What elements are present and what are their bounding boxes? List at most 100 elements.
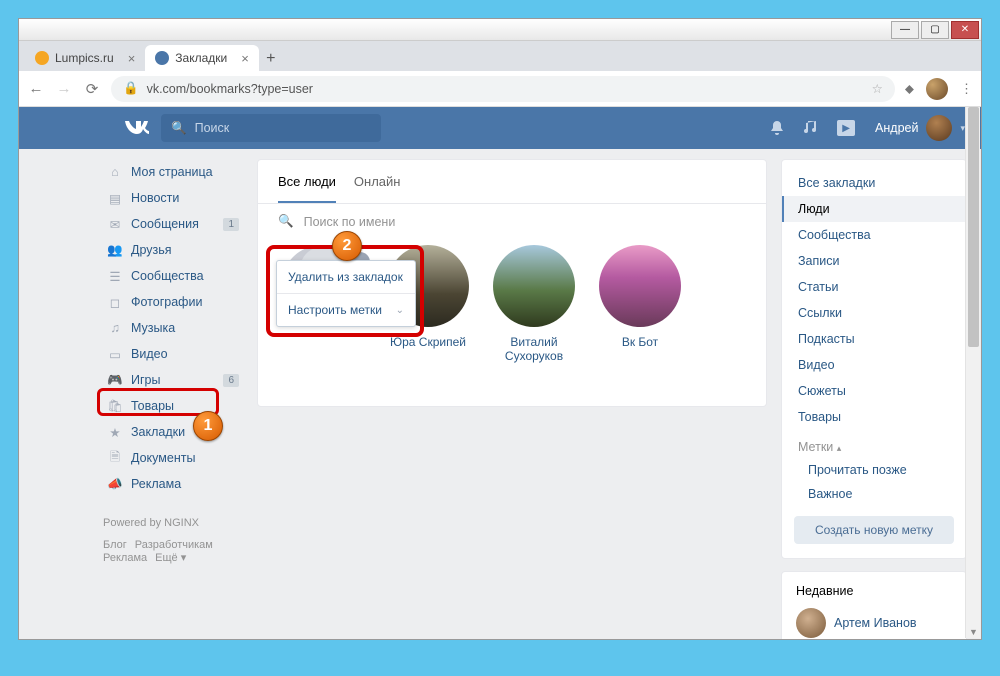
window-close-button[interactable]: ✕ xyxy=(951,21,979,39)
nav-label: Друзья xyxy=(131,243,172,257)
window-maximize-button[interactable]: ▢ xyxy=(921,21,949,39)
search-icon: 🔍 xyxy=(278,214,294,229)
create-tag-button[interactable]: Создать новую метку xyxy=(794,516,954,544)
nav-photos[interactable]: ◻Фотографии xyxy=(103,289,243,315)
forward-icon[interactable]: → xyxy=(55,80,73,97)
window-titlebar: — ▢ ✕ xyxy=(19,19,981,41)
avatar xyxy=(599,245,681,327)
tab-all-people[interactable]: Все люди xyxy=(278,174,336,203)
footer-more-link[interactable]: Ещё ▾ xyxy=(155,552,186,564)
nav-music[interactable]: ♫ Музыка xyxy=(103,315,243,341)
url-text: vk.com/bookmarks?type=user xyxy=(147,82,313,96)
vertical-scrollbar[interactable]: ▲ ▼ xyxy=(965,107,980,638)
window-minimize-button[interactable]: — xyxy=(891,21,919,39)
nav-label: Документы xyxy=(131,451,195,465)
address-bar[interactable]: 🔒 vk.com/bookmarks?type=user ☆ xyxy=(111,76,895,102)
nav-docs[interactable]: 🗎 Документы xyxy=(103,445,243,471)
footer-devs-link[interactable]: Разработчикам xyxy=(135,539,213,551)
reload-icon[interactable]: ⟳ xyxy=(83,80,101,98)
bell-icon[interactable] xyxy=(769,120,785,136)
annotation-callout-1: 1 xyxy=(193,411,223,441)
filter-video[interactable]: Видео xyxy=(782,352,966,378)
people-search-input[interactable]: 🔍 Поиск по имени xyxy=(258,203,766,239)
recent-item[interactable]: Артем Иванов xyxy=(796,608,952,638)
extension-icon[interactable]: ⬥ xyxy=(905,81,914,97)
vk-header: 🔍 Поиск ▶ Андрей ▾ xyxy=(19,107,981,149)
groups-icon: ☰ xyxy=(107,268,123,284)
favicon-icon xyxy=(155,51,169,65)
docs-icon: 🗎 xyxy=(107,450,123,466)
nav-label: Новости xyxy=(131,191,179,205)
scroll-down-icon[interactable]: ▼ xyxy=(966,624,981,639)
annotation-callout-2: 2 xyxy=(332,231,362,261)
filter-podcasts[interactable]: Подкасты xyxy=(782,326,966,352)
footer-ads-link[interactable]: Реклама xyxy=(103,552,147,564)
tab-close-icon[interactable]: × xyxy=(241,51,249,66)
footer-blog-link[interactable]: Блог xyxy=(103,539,127,551)
tab-title: Lumpics.ru xyxy=(55,51,114,65)
filter-stories[interactable]: Сюжеты xyxy=(782,378,966,404)
user-menu-button[interactable]: Андрей ▾ xyxy=(875,115,965,141)
filter-articles[interactable]: Статьи xyxy=(782,274,966,300)
recent-card: Недавние Артем Иванов xyxy=(781,571,967,639)
nav-my-page[interactable]: ⌂Моя страница xyxy=(103,159,243,185)
nav-label: Моя страница xyxy=(131,165,213,179)
filter-groups[interactable]: Сообщества xyxy=(782,222,966,248)
people-tabs: Все люди Онлайн xyxy=(258,160,766,203)
browser-toolbar: ← → ⟳ 🔒 vk.com/bookmarks?type=user ☆ ⬥ ⋮ xyxy=(19,71,981,107)
username-label: Андрей xyxy=(875,121,918,135)
bookmark-filters-card: Все закладки Люди Сообщества Записи Стат… xyxy=(781,159,967,559)
vk-logo-icon[interactable] xyxy=(123,119,151,137)
music-icon[interactable] xyxy=(803,120,819,136)
header-search-input[interactable]: 🔍 Поиск xyxy=(161,114,381,142)
play-icon[interactable]: ▶ xyxy=(837,120,855,136)
people-search-placeholder: Поиск по имени xyxy=(304,215,396,229)
badge: 1 xyxy=(223,218,239,231)
nav-messages[interactable]: ✉Сообщения1 xyxy=(103,211,243,237)
browser-tab-lumpics[interactable]: Lumpics.ru × xyxy=(25,45,145,71)
nav-label: Видео xyxy=(131,347,168,361)
scrollbar-thumb[interactable] xyxy=(968,107,979,347)
messages-icon: ✉ xyxy=(107,216,123,232)
profile-button[interactable] xyxy=(926,78,948,100)
back-icon[interactable]: ← xyxy=(27,80,45,97)
lock-icon: 🔒 xyxy=(123,81,139,96)
filter-market[interactable]: Товары xyxy=(782,404,966,430)
nav-label: Реклама xyxy=(131,477,181,491)
star-icon: ★ xyxy=(107,424,123,440)
browser-menu-icon[interactable]: ⋮ xyxy=(960,81,973,97)
filter-all-bookmarks[interactable]: Все закладки xyxy=(782,170,966,196)
nav-friends[interactable]: 👥 Друзья xyxy=(103,237,243,263)
nav-footer: Powered by NGINX БлогРазработчикам Рекла… xyxy=(103,517,243,564)
new-tab-button[interactable]: + xyxy=(259,47,283,71)
browser-tab-bookmarks[interactable]: Закладки × xyxy=(145,45,259,71)
music-icon: ♫ xyxy=(107,320,123,336)
badge: 6 xyxy=(223,374,239,387)
tab-close-icon[interactable]: × xyxy=(128,51,136,66)
tab-title: Закладки xyxy=(175,51,227,65)
tags-section-title[interactable]: Метки ▴ xyxy=(782,430,966,458)
nav-video[interactable]: ▭Видео xyxy=(103,341,243,367)
filter-people[interactable]: Люди xyxy=(782,196,966,222)
nav-label: Музыка xyxy=(131,321,175,335)
filter-links[interactable]: Ссылки xyxy=(782,300,966,326)
tab-online[interactable]: Онлайн xyxy=(354,174,401,203)
filter-posts[interactable]: Записи xyxy=(782,248,966,274)
nav-ads[interactable]: 📣 Реклама xyxy=(103,471,243,497)
star-icon[interactable]: ☆ xyxy=(872,81,883,96)
friends-icon: 👥 xyxy=(107,242,123,258)
tag-important[interactable]: Важное xyxy=(782,482,966,506)
chevron-up-icon: ▴ xyxy=(837,443,842,453)
person-name: Вк Бот xyxy=(622,335,658,349)
games-icon: 🎮 xyxy=(107,372,123,388)
recent-name: Артем Иванов xyxy=(834,616,917,630)
bookmarks-people-card: Все люди Онлайн 🔍 Поиск по имени Юра Скр… xyxy=(257,159,767,407)
person-card[interactable]: Виталий Сухоруков xyxy=(490,245,578,363)
ads-icon: 📣 xyxy=(107,476,123,492)
news-icon: ▤ xyxy=(107,190,123,206)
nav-groups[interactable]: ☰Сообщества xyxy=(103,263,243,289)
tag-read-later[interactable]: Прочитать позже xyxy=(782,458,966,482)
nav-news[interactable]: ▤ Новости xyxy=(103,185,243,211)
person-card[interactable]: Вк Бот xyxy=(596,245,684,363)
person-name: Виталий Сухоруков xyxy=(505,335,563,363)
